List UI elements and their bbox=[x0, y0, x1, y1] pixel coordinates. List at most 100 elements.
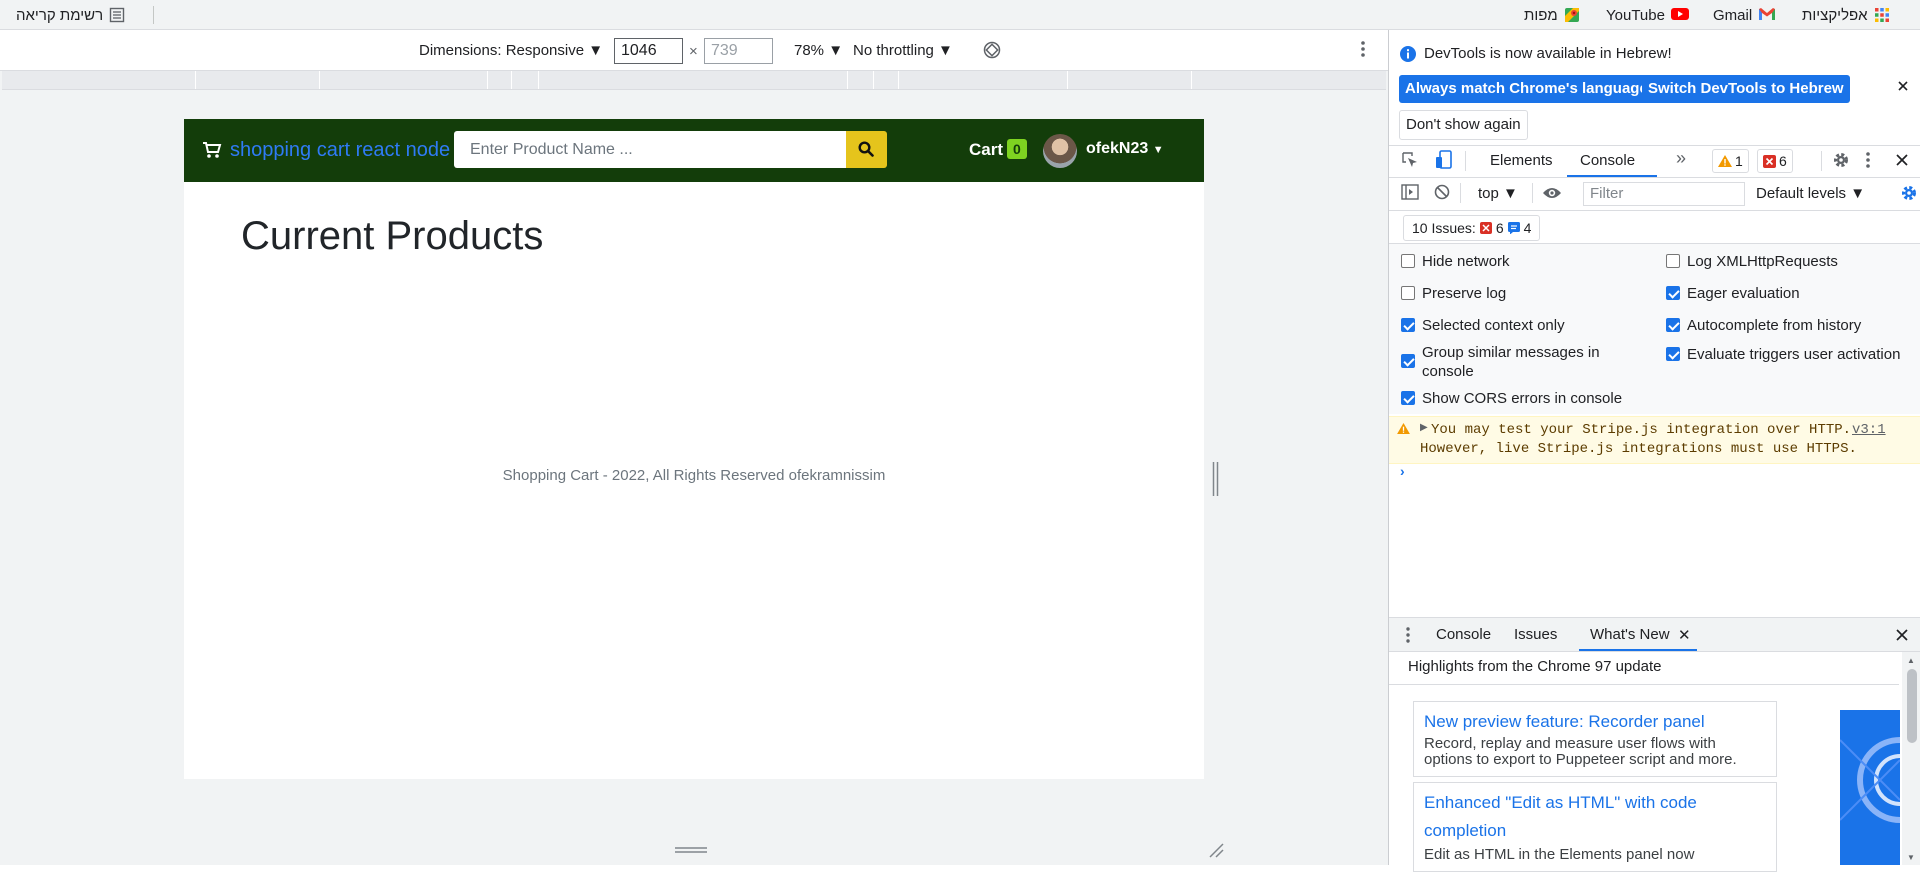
reading-list-button[interactable]: רשימת קריאה bbox=[16, 5, 125, 25]
brand-link[interactable]: shopping cart react node bbox=[230, 139, 450, 162]
customize-menu-icon[interactable] bbox=[1865, 151, 1871, 169]
card-title[interactable]: Enhanced "Edit as HTML" with code comple… bbox=[1424, 789, 1766, 845]
username-label: ofekN23 bbox=[1086, 140, 1149, 157]
media-query-ruler[interactable] bbox=[2, 71, 1386, 90]
drawer-scrollbar[interactable]: ▲ ▼ bbox=[1902, 652, 1920, 865]
dimensions-label: Dimensions: Responsive bbox=[419, 42, 585, 59]
drawer-tab-whats-new[interactable]: What's New bbox=[1590, 626, 1670, 643]
resize-handle-right[interactable] bbox=[1211, 462, 1220, 496]
reading-list-label: רשימת קריאה bbox=[16, 6, 104, 24]
dont-show-again-button[interactable]: Don't show again bbox=[1399, 110, 1528, 140]
preserve-log-label: Preserve log bbox=[1422, 285, 1507, 302]
autocomplete-checkbox[interactable] bbox=[1666, 318, 1680, 332]
throttling-dropdown[interactable]: No throttling ▼ bbox=[853, 42, 953, 59]
error-count: 6 bbox=[1779, 153, 1787, 169]
clear-console-icon[interactable] bbox=[1434, 184, 1450, 200]
switch-hebrew-button[interactable]: Switch DevTools to Hebrew bbox=[1642, 75, 1850, 103]
issues-label: 10 Issues: bbox=[1412, 220, 1476, 236]
eval-triggers-checkbox[interactable] bbox=[1666, 347, 1680, 361]
drawer-tabs-divider bbox=[1389, 651, 1920, 652]
more-options-icon[interactable] bbox=[1360, 40, 1366, 58]
bookmark-gmail-label: Gmail bbox=[1713, 6, 1753, 24]
resize-handle-corner[interactable] bbox=[1208, 842, 1224, 858]
throttling-label: No throttling bbox=[853, 42, 934, 59]
log-xhr-label: Log XMLHttpRequests bbox=[1687, 253, 1838, 270]
zoom-dropdown[interactable]: 78% ▼ bbox=[794, 42, 843, 59]
group-similar-checkbox[interactable] bbox=[1401, 354, 1415, 368]
rotate-icon[interactable] bbox=[983, 41, 1001, 59]
scroll-down-arrow-icon[interactable]: ▼ bbox=[1907, 853, 1915, 862]
show-cors-checkbox[interactable] bbox=[1401, 391, 1415, 405]
console-prompt-icon[interactable]: › bbox=[1400, 463, 1405, 479]
close-devtools-icon[interactable] bbox=[1896, 154, 1908, 166]
issues-link[interactable]: 10 Issues: 6 4 bbox=[1403, 215, 1541, 241]
scrollbar-thumb[interactable] bbox=[1907, 669, 1917, 743]
toolbar-divider bbox=[1532, 183, 1533, 203]
sidebar-toggle-icon[interactable] bbox=[1401, 184, 1419, 200]
apps-grid-icon bbox=[1874, 7, 1890, 23]
warning-source-link[interactable]: v3:1 bbox=[1852, 422, 1886, 438]
user-avatar[interactable] bbox=[1043, 134, 1077, 168]
bookmark-maps[interactable]: מפות bbox=[1524, 5, 1580, 25]
product-search-input[interactable]: Enter Product Name ... bbox=[454, 131, 846, 168]
console-filter-input[interactable]: Filter bbox=[1583, 182, 1745, 206]
card-title[interactable]: New preview feature: Recorder panel bbox=[1424, 708, 1766, 736]
issues-error-icon bbox=[1479, 222, 1492, 234]
live-expression-eye-icon[interactable] bbox=[1542, 186, 1562, 200]
log-levels-dropdown[interactable]: Default levels ▼ bbox=[1756, 185, 1865, 202]
width-input[interactable]: 1046 bbox=[614, 38, 683, 64]
reading-list-icon bbox=[109, 7, 125, 23]
hide-network-checkbox[interactable] bbox=[1401, 254, 1415, 268]
tab-console[interactable]: Console bbox=[1580, 152, 1635, 169]
height-input[interactable]: 739 bbox=[704, 38, 773, 64]
banner-divider bbox=[1389, 145, 1920, 146]
warning-line-2: However, live Stripe.js integrations mus… bbox=[1420, 441, 1857, 457]
search-button[interactable] bbox=[846, 131, 887, 168]
show-cors-label: Show CORS errors in console bbox=[1422, 390, 1623, 407]
tab-elements[interactable]: Elements bbox=[1490, 152, 1553, 169]
toolbar-divider bbox=[1821, 151, 1822, 171]
user-menu-dropdown[interactable]: ofekN23 ▼ bbox=[1086, 140, 1164, 158]
selected-context-checkbox[interactable] bbox=[1401, 318, 1415, 332]
bookmark-youtube-label: YouTube bbox=[1606, 6, 1665, 24]
bookmark-apps[interactable]: אפליקציות bbox=[1802, 5, 1890, 25]
issues-info-icon bbox=[1507, 222, 1520, 234]
autocomplete-label: Autocomplete from history bbox=[1687, 317, 1862, 334]
log-xhr-checkbox[interactable] bbox=[1666, 254, 1680, 268]
scroll-up-arrow-icon[interactable]: ▲ bbox=[1907, 656, 1915, 665]
dimensions-dropdown[interactable]: Dimensions: Responsive ▼ bbox=[419, 42, 603, 59]
settings-gear-icon[interactable] bbox=[1832, 151, 1850, 169]
drawer-menu-icon[interactable] bbox=[1405, 626, 1411, 644]
drawer-tab-console[interactable]: Console bbox=[1436, 626, 1491, 643]
match-language-button[interactable]: Always match Chrome's language bbox=[1399, 75, 1654, 103]
cart-link[interactable]: Cart bbox=[969, 140, 1003, 160]
bookmark-youtube[interactable]: YouTube bbox=[1606, 5, 1689, 25]
resize-handle-bottom[interactable] bbox=[675, 846, 707, 854]
errors-counter[interactable]: 6 bbox=[1757, 149, 1793, 173]
whats-new-card[interactable]: Enhanced "Edit as HTML" with code comple… bbox=[1413, 782, 1777, 872]
drawer-tab-issues[interactable]: Issues bbox=[1514, 626, 1557, 643]
whats-new-divider bbox=[1389, 684, 1899, 685]
whats-new-header: Highlights from the Chrome 97 update bbox=[1408, 658, 1662, 675]
eager-eval-label: Eager evaluation bbox=[1687, 285, 1800, 302]
eager-eval-checkbox[interactable] bbox=[1666, 286, 1680, 300]
cart-logo-icon[interactable] bbox=[202, 141, 222, 159]
inspect-element-icon[interactable] bbox=[1401, 151, 1419, 169]
close-tab-icon[interactable]: ✕ bbox=[1678, 626, 1691, 644]
context-selector[interactable]: top ▼ bbox=[1478, 185, 1518, 202]
more-tabs-icon[interactable]: » bbox=[1676, 148, 1686, 169]
console-settings-icon[interactable] bbox=[1900, 184, 1918, 202]
page-title: Current Products bbox=[241, 214, 544, 258]
card-description: Edit as HTML in the Elements panel now bbox=[1424, 846, 1695, 863]
bookmark-gmail[interactable]: Gmail bbox=[1713, 5, 1776, 25]
caret-down-icon: ▼ bbox=[1152, 144, 1164, 156]
expand-triangle-icon[interactable]: ▶ bbox=[1420, 422, 1428, 433]
whats-new-card[interactable]: New preview feature: Recorder panel Reco… bbox=[1413, 701, 1777, 777]
close-banner-icon[interactable] bbox=[1897, 80, 1909, 92]
console-warning-message[interactable]: ▶ You may test your Stripe.js integratio… bbox=[1389, 416, 1920, 464]
warnings-counter[interactable]: 1 bbox=[1712, 149, 1749, 173]
device-toggle-icon[interactable] bbox=[1435, 150, 1453, 170]
log-levels-label: Default levels bbox=[1756, 185, 1847, 202]
close-drawer-icon[interactable] bbox=[1896, 629, 1908, 641]
preserve-log-checkbox[interactable] bbox=[1401, 286, 1415, 300]
